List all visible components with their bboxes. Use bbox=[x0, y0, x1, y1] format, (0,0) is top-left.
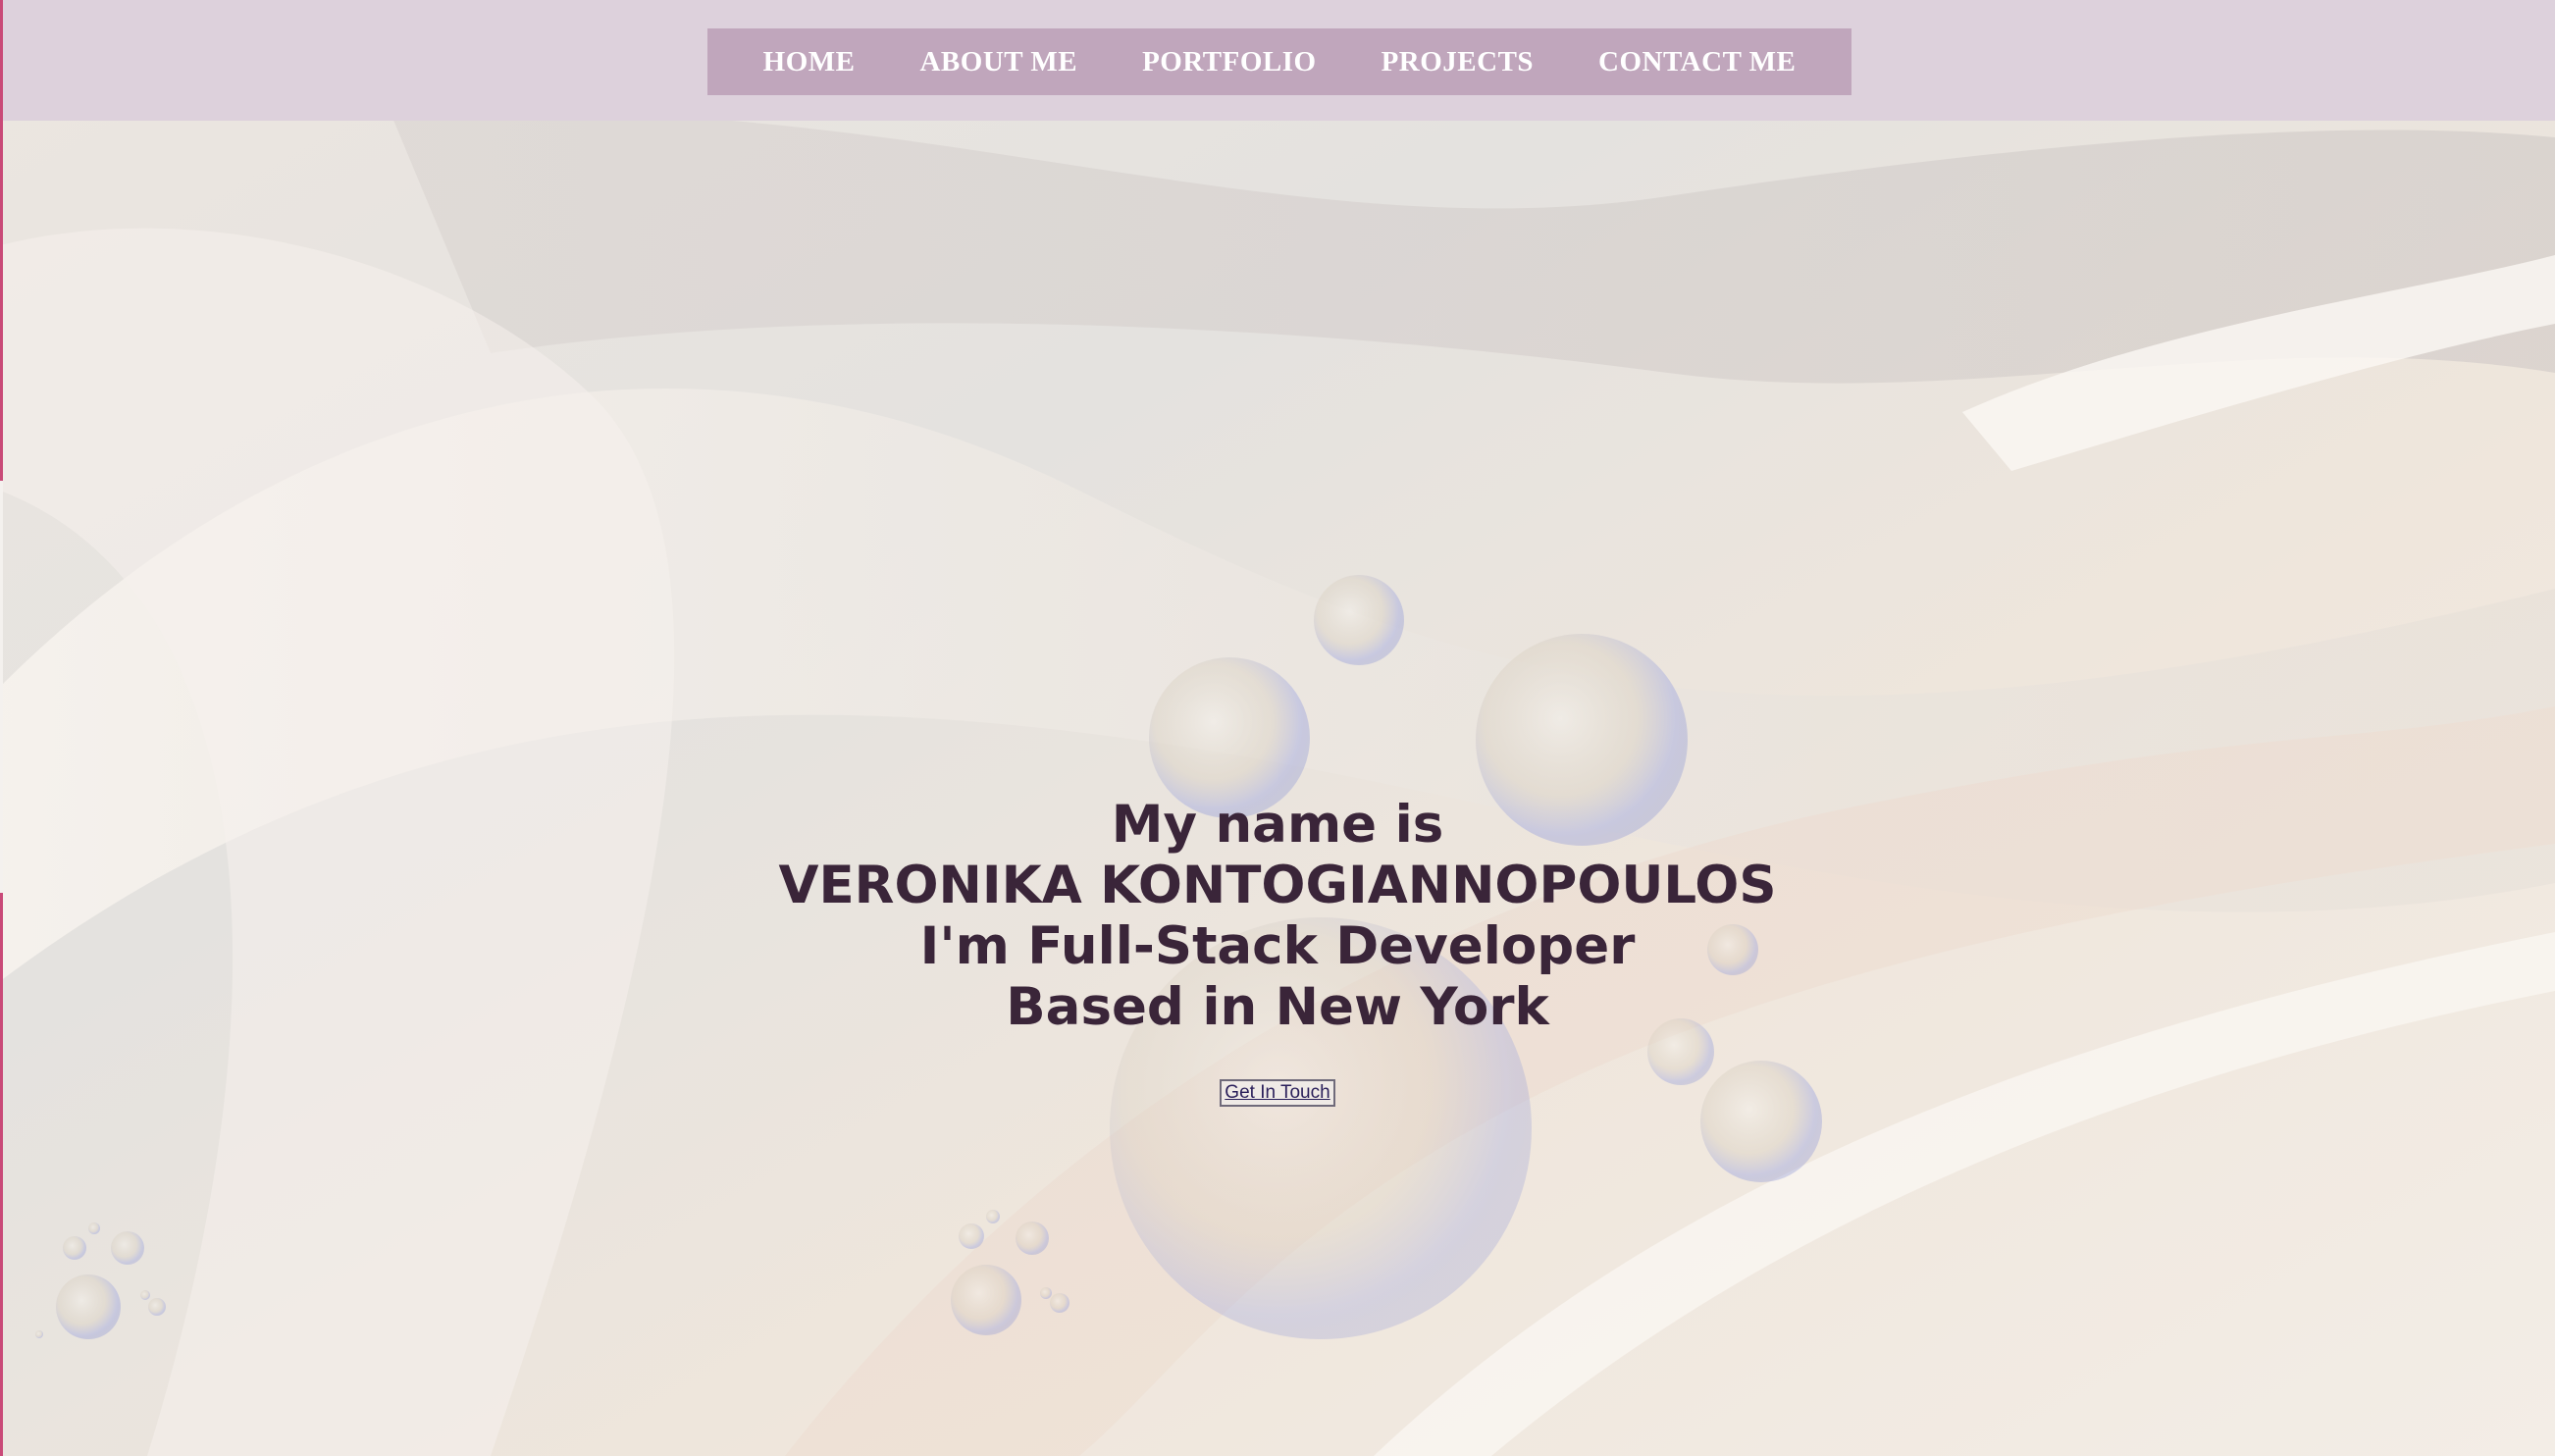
nav-contact-me-link[interactable]: CONTACT ME bbox=[1566, 46, 1828, 78]
top-navbar: HOME ABOUT ME PORTFOLIO PROJECTS CONTACT… bbox=[0, 0, 2555, 121]
nav-home-link[interactable]: HOME bbox=[731, 46, 888, 78]
left-edge-highlight bbox=[0, 481, 3, 893]
get-in-touch-button[interactable]: Get In Touch bbox=[1220, 1079, 1335, 1107]
hero-greeting: My name is bbox=[1111, 795, 1444, 855]
hero-role: I'm Full-Stack Developer bbox=[919, 916, 1636, 976]
nav-about-me-link[interactable]: ABOUT ME bbox=[887, 46, 1110, 78]
hero-name: VERONIKA KONTOGIANNOPOULOS bbox=[778, 856, 1777, 915]
nav-projects-link[interactable]: PROJECTS bbox=[1349, 46, 1566, 78]
hero-background-image bbox=[0, 0, 2555, 1456]
cta-container: Get In Touch bbox=[0, 1079, 2555, 1107]
nav-portfolio-link[interactable]: PORTFOLIO bbox=[1110, 46, 1349, 78]
hero-location: Based in New York bbox=[1006, 977, 1549, 1037]
hero-intro: My name is VERONIKA KONTOGIANNOPOULOS I'… bbox=[0, 795, 2555, 1038]
nav-menu: HOME ABOUT ME PORTFOLIO PROJECTS CONTACT… bbox=[707, 28, 1851, 95]
